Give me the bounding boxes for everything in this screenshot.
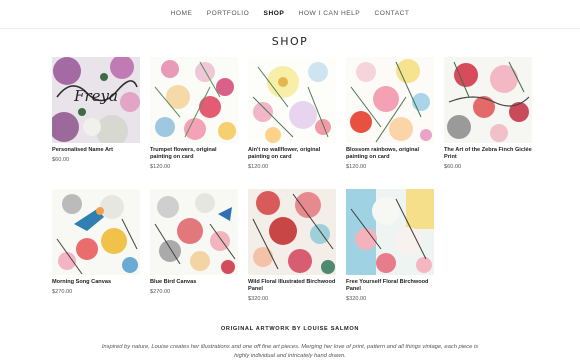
nav-portfolio[interactable]: PORTFOLIO [207,10,249,17]
product-price: $60.00 [444,164,462,170]
free-yourself-image [346,189,434,275]
product-image[interactable] [52,189,140,275]
page-title: SHOP [271,35,309,48]
product-title[interactable]: The Art of the Zebra Finch Giclée Print [444,147,532,161]
product-card[interactable]: Blossom rainbows, original painting on c… [346,57,434,170]
product-image[interactable] [346,189,434,275]
nav-contact[interactable]: CONTACT [375,10,410,17]
product-card[interactable]: Free Yourself Floral Birchwood Panel $32… [346,189,434,302]
product-price: $270.00 [150,289,171,295]
product-price: $120.00 [346,164,367,170]
trumpet-flowers-image [150,57,238,143]
product-title[interactable]: Personalised Name Art [52,147,140,154]
product-card[interactable]: Freya Personalised Name Art $60.00 [52,57,140,163]
nav-home[interactable]: HOME [171,10,193,17]
product-image[interactable] [248,57,336,143]
product-price: $320.00 [346,296,367,302]
product-title[interactable]: Free Yourself Floral Birchwood Panel [346,279,434,293]
nav-how-i-can-help[interactable]: HOW I CAN HELP [299,10,361,17]
product-image[interactable] [150,189,238,275]
blossom-rainbows-image [346,57,434,143]
morning-song-image [52,189,140,275]
product-card[interactable]: Trumpet flowers, original painting on ca… [150,57,238,170]
nav-shop[interactable]: SHOP [264,10,285,17]
product-card[interactable]: The Art of the Zebra Finch Giclée Print … [444,57,532,170]
product-card[interactable]: Morning Song Canvas $270.00 [52,189,140,295]
blue-bird-image [150,189,238,275]
zebra-finch-image [444,57,532,143]
product-title[interactable]: Blue Bird Canvas [150,279,238,286]
product-price: $120.00 [248,164,269,170]
product-image[interactable]: Freya [52,57,140,143]
wild-floral-image [248,189,336,275]
product-image[interactable] [150,57,238,143]
product-title[interactable]: Ain't no wallflower, original painting o… [248,147,336,161]
product-price: $60.00 [52,157,70,163]
product-title[interactable]: Wild Floral Illustrated Birchwood Panel [248,279,336,293]
product-image[interactable] [444,57,532,143]
top-navigation: HOME PORTFOLIO SHOP HOW I CAN HELP CONTA… [0,0,580,29]
footer-description: Inspired by nature, Louise creates her i… [101,344,479,359]
product-card[interactable]: Ain't no wallflower, original painting o… [248,57,336,170]
footer-title: ORIGINAL ARTWORK BY LOUISE SALMON [220,326,360,332]
product-title[interactable]: Trumpet flowers, original painting on ca… [150,147,238,161]
product-title[interactable]: Morning Song Canvas [52,279,140,286]
name-text: Freya [73,87,118,105]
product-price: $320.00 [248,296,269,302]
nav-links: HOME PORTFOLIO SHOP HOW I CAN HELP CONTA… [0,10,580,17]
name-art-image: Freya [52,57,140,143]
product-card[interactable]: Blue Bird Canvas $270.00 [150,189,238,295]
product-price: $120.00 [150,164,171,170]
product-title[interactable]: Blossom rainbows, original painting on c… [346,147,434,161]
wallflower-image [248,57,336,143]
product-price: $270.00 [52,289,73,295]
product-card[interactable]: Wild Floral Illustrated Birchwood Panel … [248,189,336,302]
product-image[interactable] [248,189,336,275]
product-image[interactable] [346,57,434,143]
